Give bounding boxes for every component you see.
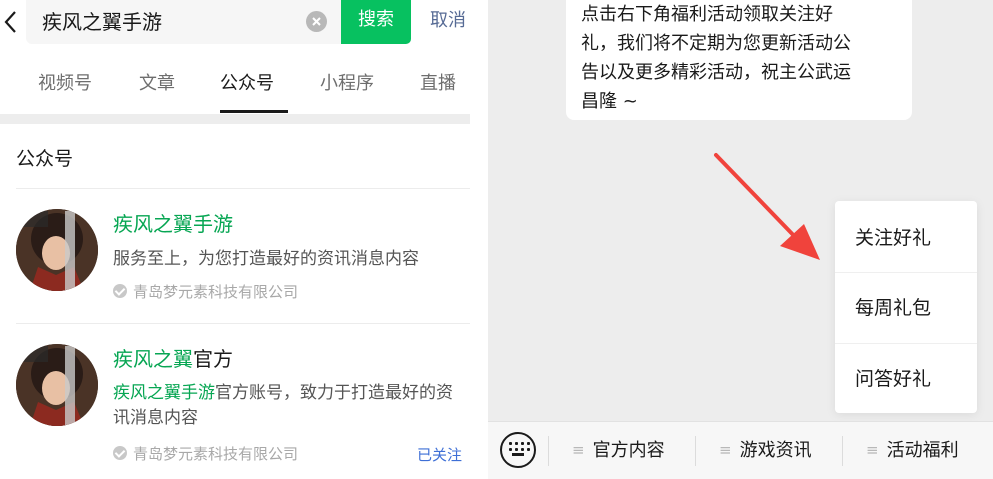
clear-search-icon[interactable] bbox=[306, 11, 327, 32]
search-results-panel: 疾风之翼手游 搜索 取消 视频号 文章 公众号 小程序 直播 公众号 疾风之翼手… bbox=[0, 0, 470, 479]
screenshot-root: 疾风之翼手游 搜索 取消 视频号 文章 公众号 小程序 直播 公众号 疾风之翼手… bbox=[0, 0, 993, 479]
cancel-button[interactable]: 取消 bbox=[430, 8, 466, 34]
message-line: 告以及更多精彩活动，祝主公武运 bbox=[581, 62, 851, 83]
verified-icon bbox=[113, 284, 127, 298]
result-organization: 青岛梦元素科技有限公司 bbox=[113, 282, 298, 302]
menu-official-content[interactable]: ≡ 官方内容 bbox=[572, 437, 665, 464]
message-line: 昌隆 ~ bbox=[581, 91, 638, 112]
result-description: 服务至上，为您打造最好的资讯消息内容 bbox=[113, 249, 419, 269]
section-separator bbox=[0, 114, 470, 124]
search-bar: 疾风之翼手游 搜索 取消 bbox=[0, 0, 470, 45]
account-chat-panel: 点击右下角福利活动领取关注好 礼，我们将不定期为您更新活动公 告以及更多精彩活动… bbox=[488, 0, 993, 479]
followed-status: 已关注 bbox=[417, 446, 463, 464]
tab-live[interactable]: 直播 bbox=[420, 72, 456, 96]
result-organization: 青岛梦元素科技有限公司 bbox=[113, 444, 298, 464]
menu-divider bbox=[695, 436, 696, 466]
result-title[interactable]: 疾风之翼手游 bbox=[113, 210, 233, 238]
account-avatar bbox=[16, 209, 98, 291]
menu-lines-icon: ≡ bbox=[572, 441, 585, 459]
tab-channels[interactable]: 视频号 bbox=[38, 72, 92, 96]
panel-gap bbox=[470, 0, 488, 479]
message-line: 点击右下角福利活动领取关注好 bbox=[581, 4, 833, 25]
menu-lines-icon: ≡ bbox=[866, 441, 879, 459]
red-arrow-annotation bbox=[714, 153, 820, 260]
search-input[interactable]: 疾风之翼手游 bbox=[26, 0, 341, 44]
account-menu-bar: ≡ 官方内容 ≡ 游戏资讯 ≡ 活动福利 bbox=[488, 421, 993, 479]
keyboard-icon[interactable] bbox=[500, 432, 536, 468]
tab-articles[interactable]: 文章 bbox=[139, 72, 175, 96]
submenu-item-follow-gift[interactable]: 关注好礼 bbox=[835, 203, 977, 273]
account-avatar bbox=[16, 344, 98, 426]
search-category-tabs: 视频号 文章 公众号 小程序 直播 bbox=[0, 64, 470, 116]
menu-event-benefits[interactable]: ≡ 活动福利 bbox=[866, 437, 959, 464]
result-title[interactable]: 疾风之翼官方 bbox=[113, 345, 233, 373]
menu-game-news[interactable]: ≡ 游戏资讯 bbox=[719, 437, 812, 464]
submenu-popup: 关注好礼 每周礼包 问答好礼 bbox=[835, 201, 977, 413]
result-item[interactable]: 疾风之翼手游 服务至上，为您打造最好的资讯消息内容 青岛梦元素科技有限公司 bbox=[0, 188, 470, 323]
message-bubble: 点击右下角福利活动领取关注好 礼，我们将不定期为您更新活动公 告以及更多精彩活动… bbox=[566, 0, 912, 120]
tab-official-accounts[interactable]: 公众号 bbox=[220, 72, 274, 96]
submenu-item-weekly-pack[interactable]: 每周礼包 bbox=[835, 273, 977, 343]
search-button[interactable]: 搜索 bbox=[341, 0, 411, 44]
message-line: 礼，我们将不定期为您更新活动公 bbox=[581, 33, 851, 54]
search-query-text[interactable]: 疾风之翼手游 bbox=[42, 8, 162, 36]
result-description: 疾风之翼手游官方账号，致力于打造最好的资讯消息内容 bbox=[113, 383, 453, 428]
menu-lines-icon: ≡ bbox=[719, 441, 732, 459]
result-item[interactable]: 疾风之翼官方 疾风之翼手游官方账号，致力于打造最好的资讯消息内容 青岛梦元素科技… bbox=[0, 323, 470, 479]
menu-divider bbox=[548, 436, 549, 466]
back-chevron-icon[interactable] bbox=[2, 9, 20, 35]
menu-divider bbox=[842, 436, 843, 466]
section-title: 公众号 bbox=[16, 148, 74, 170]
active-tab-indicator bbox=[220, 110, 288, 113]
tab-mini-programs[interactable]: 小程序 bbox=[320, 72, 374, 96]
submenu-item-qa-gift[interactable]: 问答好礼 bbox=[835, 344, 977, 414]
verified-icon bbox=[113, 446, 127, 460]
